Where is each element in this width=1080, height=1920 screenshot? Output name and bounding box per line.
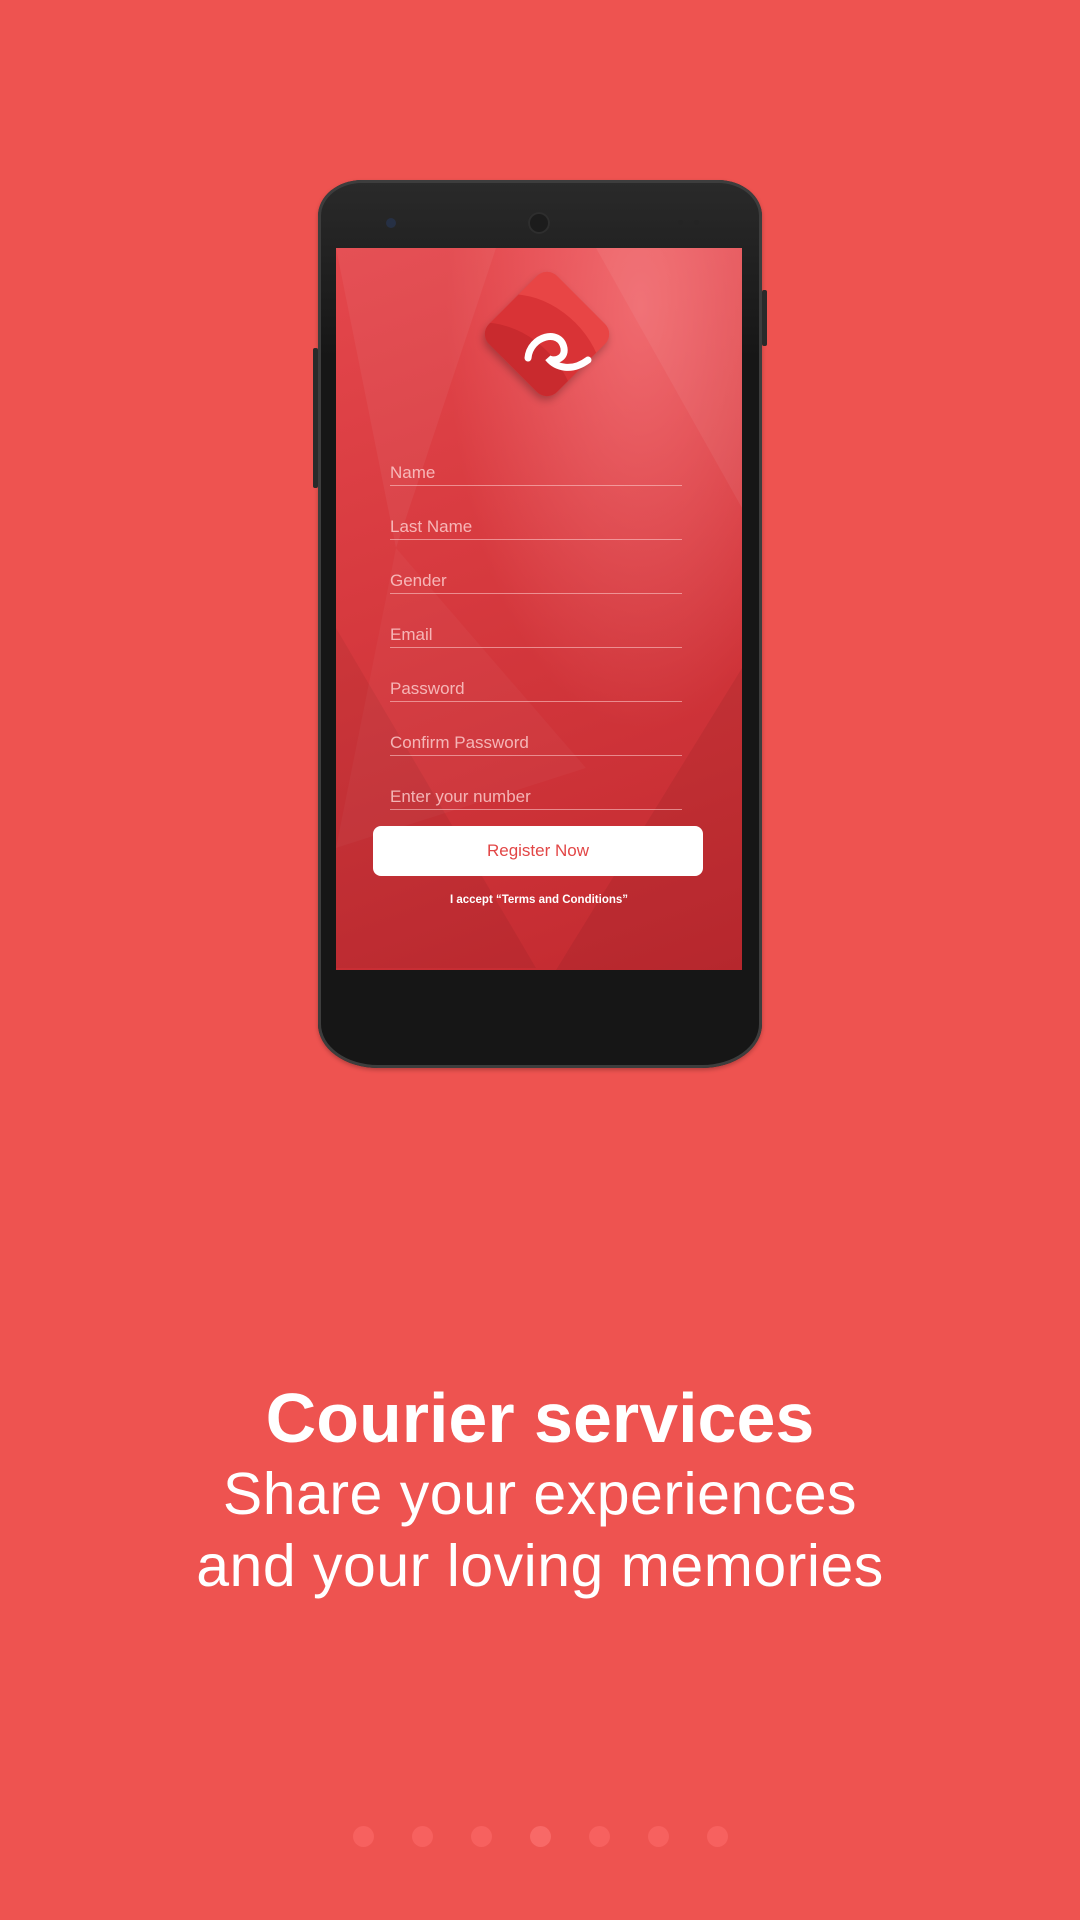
- onboarding-title: Courier services: [265, 1379, 815, 1457]
- page-indicator-dot[interactable]: [352, 1826, 374, 1847]
- name-input[interactable]: [390, 463, 682, 483]
- register-form: [390, 432, 682, 810]
- gender-input[interactable]: [390, 571, 682, 591]
- gender-field-wrapper: [390, 540, 682, 594]
- password-input[interactable]: [390, 679, 682, 699]
- phone-mockup: Register Now I accept “Terms and Conditi…: [313, 180, 767, 1068]
- app-logo-icon: [490, 278, 604, 392]
- page-indicator-dot[interactable]: [647, 1826, 669, 1847]
- confirm-password-field-wrapper: [390, 702, 682, 756]
- name-field-wrapper: [390, 432, 682, 486]
- onboarding-subtitle-line2: and your loving memories: [196, 1533, 884, 1599]
- phone-speaker: [528, 212, 550, 234]
- password-field-wrapper: [390, 648, 682, 702]
- last-name-input[interactable]: [390, 517, 682, 537]
- email-field-wrapper: [390, 594, 682, 648]
- phone-number-input[interactable]: [390, 787, 682, 807]
- page-indicator: [0, 1826, 1080, 1847]
- register-now-button[interactable]: Register Now: [373, 826, 703, 876]
- confirm-password-input[interactable]: [390, 733, 682, 753]
- page-indicator-dot[interactable]: [588, 1826, 610, 1847]
- phone-volume-button: [762, 290, 767, 346]
- terms-link[interactable]: I accept “Terms and Conditions”: [336, 894, 742, 906]
- phone-screen: Register Now I accept “Terms and Conditi…: [336, 248, 742, 970]
- phone-sensor: [678, 220, 683, 225]
- page-indicator-dot[interactable]: [470, 1826, 492, 1847]
- page-indicator-dot[interactable]: [529, 1826, 551, 1847]
- phone-power-button: [313, 348, 318, 488]
- phone-number-field-wrapper: [390, 756, 682, 810]
- onboarding-subtitle-line1: Share your experiences: [222, 1461, 858, 1527]
- phone-camera: [386, 218, 396, 228]
- email-input[interactable]: [390, 625, 682, 645]
- last-name-field-wrapper: [390, 486, 682, 540]
- page-indicator-dot[interactable]: [706, 1826, 728, 1847]
- page-indicator-dot[interactable]: [411, 1826, 433, 1847]
- phone-sensor: [694, 220, 699, 225]
